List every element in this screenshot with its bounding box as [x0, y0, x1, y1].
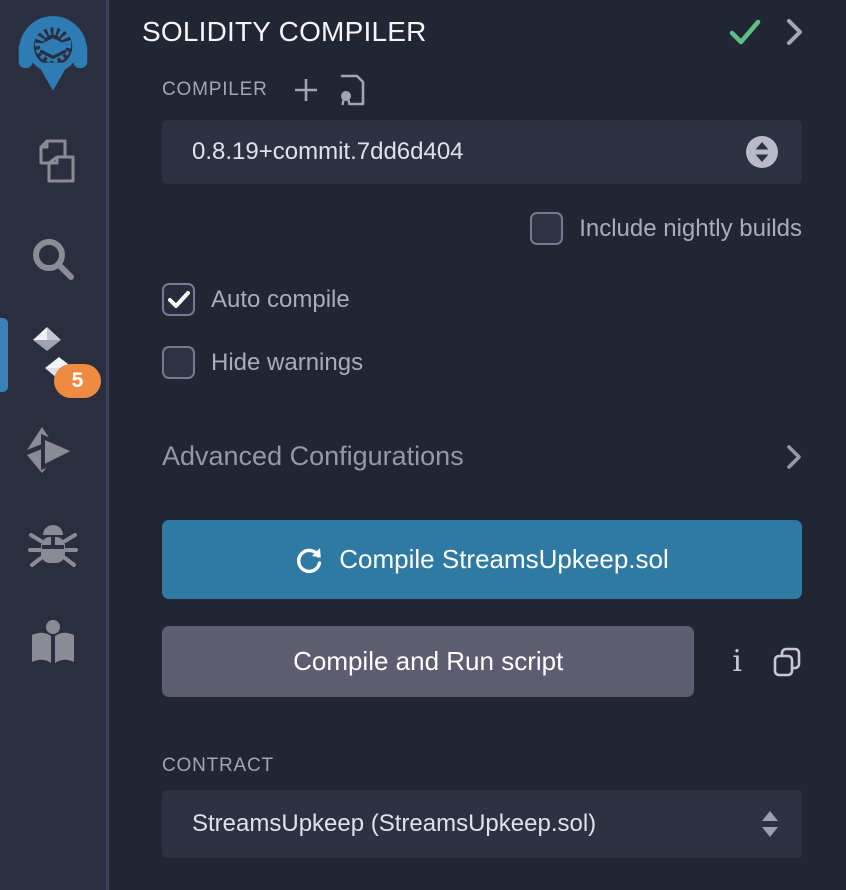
sidebar-item-file-explorer[interactable]	[0, 132, 106, 194]
compiler-version-select[interactable]: 0.8.19+commit.7dd6d404	[162, 120, 802, 184]
page-title: SOLIDITY COMPILER	[142, 16, 427, 48]
compiler-license-button[interactable]	[338, 74, 366, 106]
advanced-configurations-label: Advanced Configurations	[162, 441, 464, 472]
active-plugin-indicator	[0, 318, 8, 392]
auto-compile-label[interactable]: Auto compile	[211, 286, 350, 314]
sort-circle-icon	[744, 134, 780, 170]
contract-selected-value: StreamsUpkeep (StreamsUpkeep.sol)	[192, 810, 596, 838]
sidebar-item-debugger[interactable]	[0, 516, 106, 578]
remix-ide-window: 5	[0, 0, 846, 890]
contract-select[interactable]: StreamsUpkeep (StreamsUpkeep.sol)	[162, 790, 802, 858]
sidebar-item-search[interactable]	[0, 228, 106, 290]
copy-icon[interactable]	[772, 646, 802, 678]
refresh-icon	[295, 546, 323, 574]
compile-button[interactable]: Compile StreamsUpkeep.sol	[162, 520, 802, 599]
chevron-right-icon	[787, 444, 802, 470]
compile-and-run-button[interactable]: Compile and Run script	[162, 626, 694, 697]
sidebar-nav: 5	[0, 132, 106, 708]
sidebar-item-solidity-compiler[interactable]: 5	[0, 324, 106, 386]
hide-warnings-checkbox[interactable]	[162, 346, 195, 379]
checkmark-icon	[168, 291, 190, 309]
search-icon	[30, 236, 76, 282]
files-icon	[29, 137, 77, 189]
file-badge-icon	[338, 74, 366, 106]
include-nightly-checkbox[interactable]	[530, 212, 563, 245]
icon-sidebar: 5	[0, 0, 109, 890]
compiler-section: COMPILER 0.8.19+com	[162, 74, 803, 858]
advanced-configurations-toggle[interactable]: Advanced Configurations	[162, 441, 802, 472]
compiler-error-count-badge: 5	[54, 364, 101, 398]
bug-icon	[28, 523, 78, 571]
book-icon	[28, 619, 78, 667]
compile-and-run-label: Compile and Run script	[293, 646, 563, 677]
solidity-compiler-panel: SOLIDITY COMPILER COMPILER	[109, 0, 846, 890]
deploy-run-icon	[27, 427, 79, 475]
sidebar-item-learneth[interactable]	[0, 612, 106, 674]
include-nightly-label[interactable]: Include nightly builds	[579, 215, 802, 243]
compiler-version-value: 0.8.19+commit.7dd6d404	[192, 138, 464, 166]
auto-compile-checkbox[interactable]	[162, 283, 195, 316]
contract-section-label: CONTRACT	[162, 755, 274, 776]
info-icon[interactable]: i	[732, 647, 742, 677]
copy-icon-glyph	[772, 646, 802, 678]
include-nightly-row: Include nightly builds	[162, 212, 802, 245]
sidebar-item-deploy-and-run[interactable]	[0, 420, 106, 482]
remix-home-button[interactable]	[7, 6, 99, 98]
compile-button-label: Compile StreamsUpkeep.sol	[339, 544, 668, 575]
check-icon	[729, 19, 761, 45]
compile-and-run-row: Compile and Run script i	[162, 626, 802, 697]
compiler-section-label: COMPILER	[162, 79, 268, 101]
hide-warnings-row: Hide warnings	[162, 346, 803, 379]
panel-header: SOLIDITY COMPILER	[142, 16, 803, 48]
up-down-arrows-icon	[760, 809, 780, 839]
hide-warnings-label[interactable]: Hide warnings	[211, 349, 363, 377]
chevron-right-icon[interactable]	[787, 18, 803, 46]
plus-icon	[292, 76, 320, 104]
remix-logo	[8, 7, 98, 97]
add-custom-compiler-button[interactable]	[292, 76, 320, 104]
auto-compile-row: Auto compile	[162, 283, 803, 316]
